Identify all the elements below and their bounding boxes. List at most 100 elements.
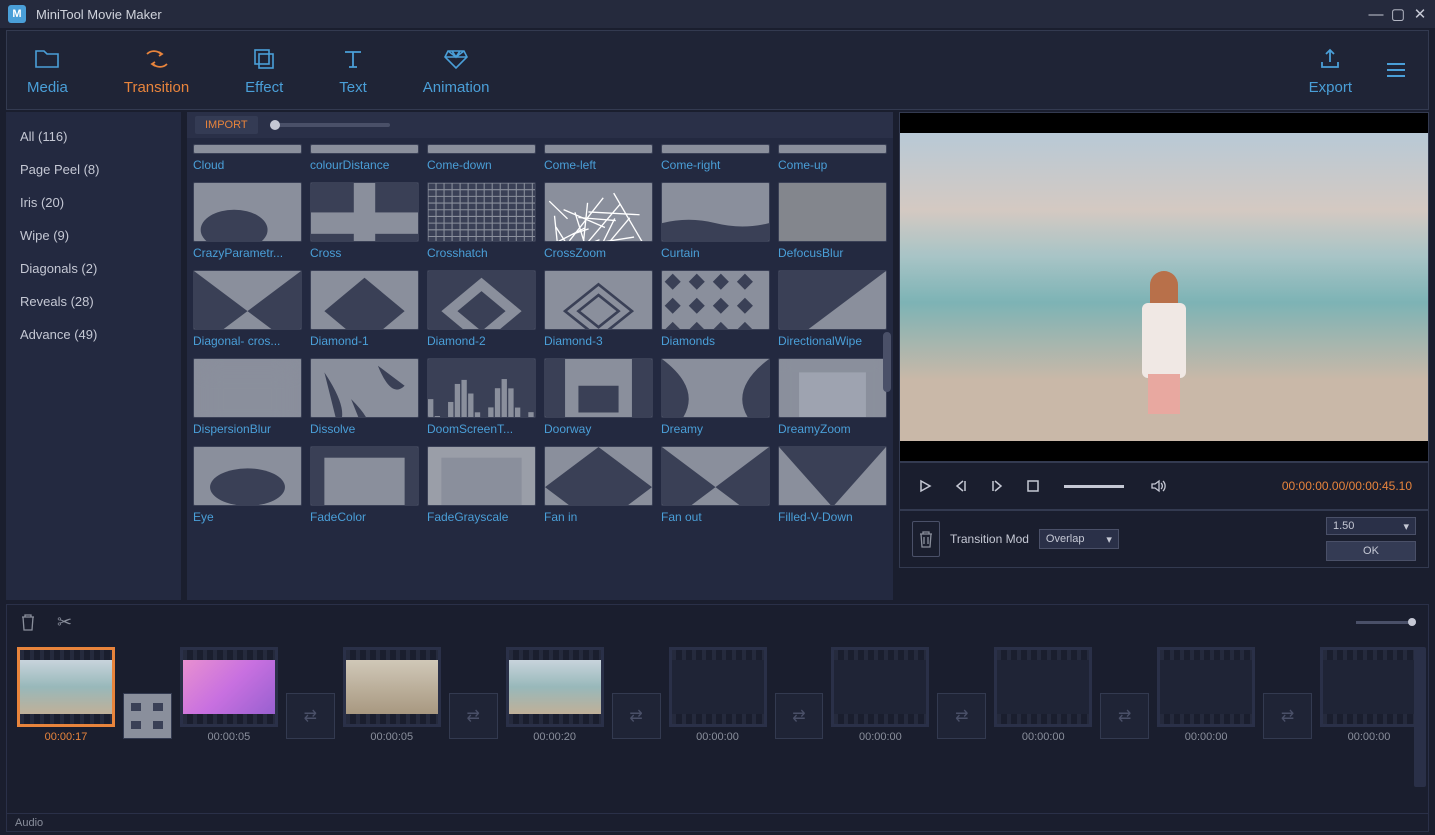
transition-thumbnail bbox=[427, 358, 536, 418]
timeline-clip[interactable]: 00:00:20 bbox=[506, 647, 604, 805]
transition-item[interactable]: Fan in bbox=[544, 446, 653, 524]
transition-thumbnail bbox=[193, 270, 302, 330]
transition-item[interactable]: Come-left bbox=[544, 144, 653, 172]
transition-item[interactable]: Diamond-2 bbox=[427, 270, 536, 348]
transition-item[interactable]: DoomScreenT... bbox=[427, 358, 536, 436]
transition-item[interactable]: Dreamy bbox=[661, 358, 770, 436]
transition-slot[interactable]: ⇄ bbox=[775, 693, 824, 739]
timestamp: 00:00:00.00/00:00:45.10 bbox=[1282, 479, 1412, 493]
play-icon[interactable] bbox=[916, 477, 934, 495]
timeline-clip[interactable]: 00:00:05 bbox=[343, 647, 441, 805]
transition-thumbnail bbox=[427, 446, 536, 506]
timeline-clip[interactable]: 00:00:00 bbox=[831, 647, 929, 805]
transition-item[interactable]: Doorway bbox=[544, 358, 653, 436]
timeline-clip[interactable]: 00:00:00 bbox=[669, 647, 767, 805]
close-icon[interactable]: ✕ bbox=[1413, 7, 1427, 21]
transition-item[interactable]: FadeColor bbox=[310, 446, 419, 524]
transition-slot[interactable]: ⇄ bbox=[449, 693, 498, 739]
transition-item[interactable]: Diamond-1 bbox=[310, 270, 419, 348]
next-frame-icon[interactable] bbox=[988, 477, 1006, 495]
timeline: ✂ 00:00:1700:00:05⇄00:00:05⇄00:00:20⇄00:… bbox=[6, 604, 1429, 832]
volume-icon[interactable] bbox=[1150, 477, 1168, 495]
link-icon: ⇄ bbox=[1281, 706, 1294, 726]
timeline-zoom-slider[interactable] bbox=[1356, 621, 1416, 624]
transition-slot[interactable] bbox=[123, 693, 172, 739]
transition-slot[interactable]: ⇄ bbox=[612, 693, 661, 739]
transition-item[interactable]: colourDistance bbox=[310, 144, 419, 172]
transition-item[interactable]: Cross bbox=[310, 182, 419, 260]
transition-slot[interactable]: ⇄ bbox=[286, 693, 335, 739]
app-title: MiniTool Movie Maker bbox=[36, 7, 162, 22]
delete-transition-button[interactable] bbox=[912, 521, 940, 557]
transition-item[interactable]: CrossZoom bbox=[544, 182, 653, 260]
transition-thumbnail bbox=[310, 446, 419, 506]
animation-button[interactable]: Animation bbox=[423, 45, 490, 96]
transition-item[interactable]: Crosshatch bbox=[427, 182, 536, 260]
transition-label: Diamond-1 bbox=[310, 334, 419, 348]
transition-label: Cloud bbox=[193, 158, 302, 172]
transition-item[interactable]: Eye bbox=[193, 446, 302, 524]
transition-thumbnail bbox=[193, 358, 302, 418]
transition-item[interactable]: DispersionBlur bbox=[193, 358, 302, 436]
media-button[interactable]: Media bbox=[27, 45, 68, 96]
transition-item[interactable]: Cloud bbox=[193, 144, 302, 172]
minimize-icon[interactable]: — bbox=[1369, 7, 1383, 21]
import-button[interactable]: IMPORT bbox=[195, 116, 258, 134]
prev-frame-icon[interactable] bbox=[952, 477, 970, 495]
effect-button[interactable]: Effect bbox=[245, 45, 283, 96]
video-preview[interactable] bbox=[899, 112, 1429, 462]
transition-item[interactable]: Come-right bbox=[661, 144, 770, 172]
transition-slot[interactable]: ⇄ bbox=[1263, 693, 1312, 739]
timeline-clip[interactable]: 00:00:00 bbox=[994, 647, 1092, 805]
transition-item[interactable]: Come-up bbox=[778, 144, 887, 172]
transition-item[interactable]: DirectionalWipe bbox=[778, 270, 887, 348]
sidebar-item-diagonals[interactable]: Diagonals (2) bbox=[6, 252, 181, 285]
transition-item[interactable]: DreamyZoom bbox=[778, 358, 887, 436]
sidebar-item-all[interactable]: All (116) bbox=[6, 120, 181, 153]
stop-icon[interactable] bbox=[1024, 477, 1042, 495]
duration-select[interactable]: 1.50 ▾ bbox=[1326, 517, 1416, 535]
transition-slot[interactable]: ⇄ bbox=[1100, 693, 1149, 739]
sidebar-item-iris[interactable]: Iris (20) bbox=[6, 186, 181, 219]
transition-label: Come-left bbox=[544, 158, 653, 172]
text-button[interactable]: Text bbox=[339, 45, 367, 96]
transition-item[interactable]: CrazyParametr... bbox=[193, 182, 302, 260]
transition-item[interactable]: Dissolve bbox=[310, 358, 419, 436]
progress-slider[interactable] bbox=[1064, 485, 1124, 488]
transition-item[interactable]: Filled-V-Down bbox=[778, 446, 887, 524]
transition-button[interactable]: Transition bbox=[124, 45, 189, 96]
timeline-delete-button[interactable] bbox=[19, 612, 37, 632]
timeline-clip[interactable]: 00:00:00 bbox=[1320, 647, 1418, 805]
transition-label: Fan in bbox=[544, 510, 653, 524]
transition-item[interactable]: Curtain bbox=[661, 182, 770, 260]
transition-item[interactable]: Diamonds bbox=[661, 270, 770, 348]
transition-mode-select[interactable]: Overlap ▾ bbox=[1039, 529, 1119, 549]
timeline-clip[interactable]: 00:00:17 bbox=[17, 647, 115, 805]
transition-label: Come-up bbox=[778, 158, 887, 172]
timeline-clip[interactable]: 00:00:05 bbox=[180, 647, 278, 805]
sidebar-item-pagepeel[interactable]: Page Peel (8) bbox=[6, 153, 181, 186]
maximize-icon[interactable]: ▢ bbox=[1391, 7, 1405, 21]
timeline-scrollbar[interactable] bbox=[1414, 647, 1426, 787]
transition-item[interactable]: DefocusBlur bbox=[778, 182, 887, 260]
export-icon bbox=[1318, 45, 1342, 73]
menu-button[interactable] bbox=[1384, 56, 1408, 84]
transition-item[interactable]: Diagonal- cros... bbox=[193, 270, 302, 348]
export-button[interactable]: Export bbox=[1309, 45, 1352, 96]
sidebar-item-advance[interactable]: Advance (49) bbox=[6, 318, 181, 351]
transition-label: Diamonds bbox=[661, 334, 770, 348]
ok-button[interactable]: OK bbox=[1326, 541, 1416, 561]
transition-thumbnail bbox=[544, 270, 653, 330]
sidebar-item-reveals[interactable]: Reveals (28) bbox=[6, 285, 181, 318]
transition-item[interactable]: Diamond-3 bbox=[544, 270, 653, 348]
timeline-clip[interactable]: 00:00:00 bbox=[1157, 647, 1255, 805]
grid-scrollbar[interactable] bbox=[883, 142, 891, 582]
transition-label: Curtain bbox=[661, 246, 770, 260]
thumbnail-zoom-slider[interactable] bbox=[270, 123, 390, 127]
transition-slot[interactable]: ⇄ bbox=[937, 693, 986, 739]
transition-item[interactable]: Come-down bbox=[427, 144, 536, 172]
transition-item[interactable]: Fan out bbox=[661, 446, 770, 524]
transition-item[interactable]: FadeGrayscale bbox=[427, 446, 536, 524]
timeline-cut-button[interactable]: ✂ bbox=[57, 612, 72, 633]
sidebar-item-wipe[interactable]: Wipe (9) bbox=[6, 219, 181, 252]
